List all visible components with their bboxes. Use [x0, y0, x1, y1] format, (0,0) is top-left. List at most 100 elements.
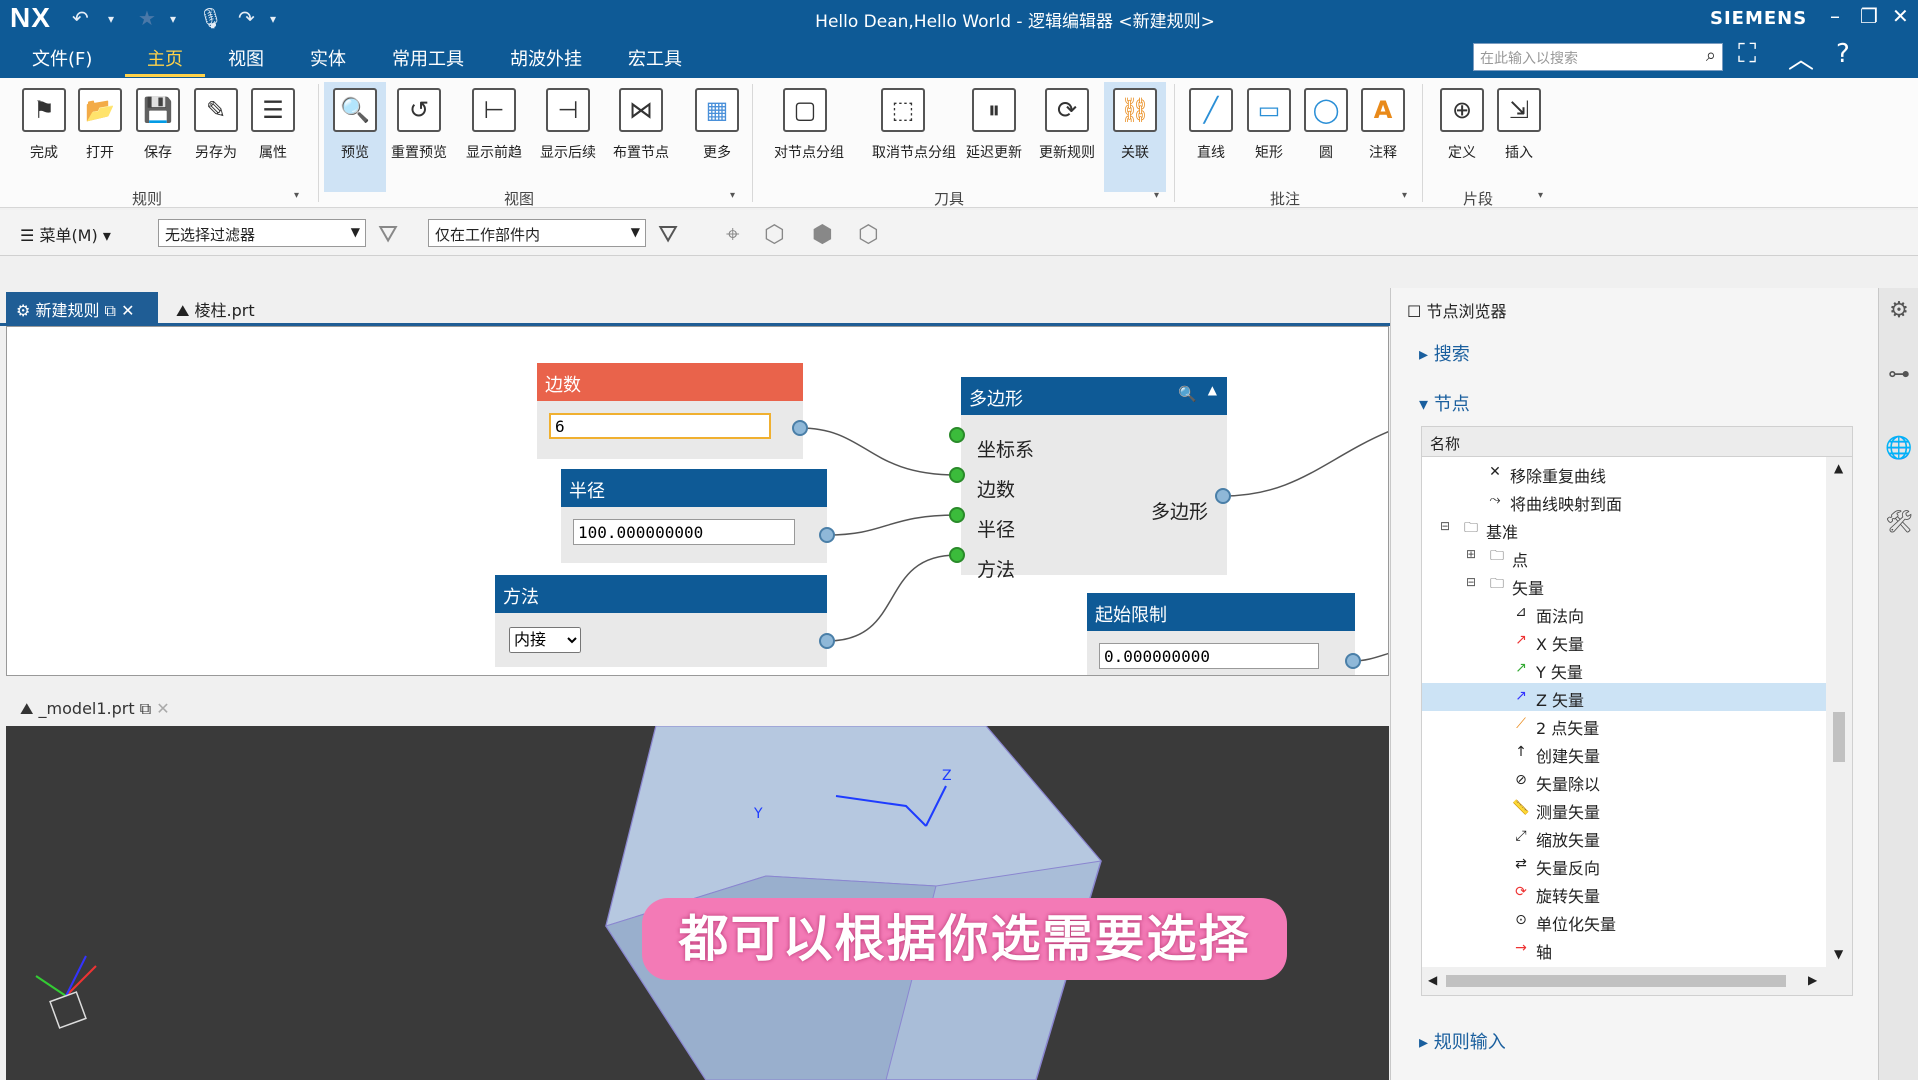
collapse-ribbon-icon[interactable]: ︿ [1788, 39, 1814, 76]
node-collapse-icon[interactable]: ▲ [1208, 383, 1217, 397]
close-icon[interactable]: ✕ [1892, 4, 1909, 28]
open-button[interactable]: 📂 打开 [69, 82, 131, 192]
tree-item[interactable]: ⊿ 面法向 [1422, 599, 1826, 627]
polygon-radius-port[interactable] [949, 507, 965, 523]
tree-item[interactable]: ⊟ 🗀 基准 [1422, 515, 1826, 543]
rectangle-button[interactable]: ▭ 矩形 [1238, 82, 1300, 192]
detach-icon[interactable]: ⧉ [105, 301, 116, 320]
tab-model1[interactable]: ⛰ _model1.prt ⧉ ✕ [10, 694, 180, 726]
start-limit-output-port[interactable] [1345, 653, 1361, 669]
tree-item[interactable]: ↗ X 矢量 [1422, 627, 1826, 655]
close-tab-icon[interactable]: ✕ [121, 301, 134, 320]
command-search-input[interactable]: 在此输入以搜索 ⌕ [1473, 43, 1723, 71]
annotation-button[interactable]: A 注释 [1352, 82, 1414, 192]
radius-output-port[interactable] [819, 527, 835, 543]
method-select[interactable]: 内接 [509, 627, 581, 653]
section-nodes[interactable]: ▾ 节点 [1419, 390, 1470, 416]
type-filter-select[interactable]: 无选择过滤器 ▼ [158, 219, 366, 247]
define-button[interactable]: ⊕ 定义 [1431, 82, 1493, 192]
search-icon[interactable]: ⌕ [1706, 45, 1716, 66]
node-sides[interactable]: 边数 [537, 363, 803, 459]
associate-button[interactable]: ⛓ 关联 [1104, 82, 1166, 192]
polygon-output-port[interactable] [1215, 488, 1231, 504]
help-icon[interactable]: ? [1836, 39, 1850, 69]
polygon-csys-port[interactable] [949, 427, 965, 443]
collapse-icon[interactable]: ⊟ [1440, 519, 1450, 533]
horizontal-scrollbar[interactable]: ◀ ▶ [1422, 967, 1826, 995]
node-search-icon[interactable]: 🔍 [1178, 385, 1197, 403]
cube-icon[interactable]: ⬢ [812, 220, 833, 248]
finish-button[interactable]: ⚑ 完成 [13, 82, 75, 192]
tree-item[interactable]: ⟋ 2 点矢量 [1422, 711, 1826, 739]
snap-point-icon[interactable]: ⌖ [726, 220, 740, 248]
tree-item[interactable]: ✕ 移除重复曲线 [1422, 459, 1826, 487]
save-as-button[interactable]: ✎ 另存为 [185, 82, 247, 192]
more-button[interactable]: ▦ 更多 [686, 82, 748, 192]
tab-prism-part[interactable]: ⛰ 棱柱.prt [166, 292, 265, 324]
cube-outline-icon[interactable]: ⬡ [858, 220, 879, 248]
tab-new-rule[interactable]: ⚙ 新建规则 ⧉ ✕ [6, 292, 158, 324]
tree-item[interactable]: 📏 测量矢量 [1422, 795, 1826, 823]
node-tree[interactable]: 名称 ✕ 移除重复曲线 ⤳ 将曲线映射到面 ⊟ 🗀 基准 ⊞ 🗀 点 ⊟ 🗀 矢量 ⊿ 面法向 ↗ X 矢量 ↗ Y… [1421, 426, 1853, 996]
scroll-thumb[interactable] [1833, 712, 1845, 762]
tree-item[interactable]: ⊘ 矢量除以 [1422, 767, 1826, 795]
menu-view[interactable]: 视图 [228, 45, 264, 71]
tree-item[interactable]: ⊙ 单位化矢量 [1422, 907, 1826, 935]
detach-icon[interactable]: ⧉ [140, 699, 151, 718]
sides-input[interactable] [549, 413, 771, 439]
preview-button[interactable]: 🔍 预览 [324, 82, 386, 192]
properties-button[interactable]: ☰ 属性 [242, 82, 304, 192]
menu-common-tools[interactable]: 常用工具 [392, 45, 464, 71]
tree-item[interactable]: ⊞ 🗀 点 [1422, 543, 1826, 571]
fullscreen-icon[interactable]: ⛶ [1738, 39, 1756, 70]
scroll-thumb[interactable] [1446, 975, 1786, 987]
scroll-right-icon[interactable]: ▶ [1808, 973, 1817, 987]
vertical-scrollbar[interactable]: ▲ ▼ [1826, 457, 1852, 995]
ungroup-nodes-button[interactable]: ⬚ 取消节点分组 [872, 82, 956, 192]
tree-item[interactable]: ⤢ 缩放矢量 [1422, 823, 1826, 851]
node-start-limit[interactable]: 起始限制 [1087, 593, 1355, 675]
reset-preview-button[interactable]: ↺ 重置预览 [388, 82, 450, 192]
scroll-up-icon[interactable]: ▲ [1834, 461, 1843, 475]
group-rule-caret[interactable]: ▾ [294, 190, 299, 201]
menu-macro-tools[interactable]: 宏工具 [628, 45, 682, 71]
start-limit-input[interactable] [1099, 643, 1319, 669]
circle-button[interactable]: ◯ 圆 [1295, 82, 1357, 192]
section-rule-input[interactable]: ▸ 规则输入 [1419, 1028, 1506, 1054]
minimize-icon[interactable]: – [1830, 4, 1840, 28]
group-annotation-caret[interactable]: ▾ [1402, 190, 1407, 201]
show-predecessors-button[interactable]: ⊢ 显示前趋 [463, 82, 525, 192]
tree-item[interactable]: ⇄ 矢量反向 [1422, 851, 1826, 879]
arrange-nodes-button[interactable]: ⋈ 布置节点 [610, 82, 672, 192]
scope-filter-select[interactable]: 仅在工作部件内 ▼ [428, 219, 646, 247]
menu-solid[interactable]: 实体 [310, 45, 346, 71]
node-browser-icon[interactable]: ⊶ [1885, 362, 1913, 390]
menu-home[interactable]: 主页 [147, 45, 183, 71]
menu-button[interactable]: ☰ 菜单(M) ▾ [20, 222, 111, 246]
polygon-sides-port[interactable] [949, 467, 965, 483]
settings-icon[interactable]: ⚙ [1885, 298, 1913, 326]
expand-icon[interactable]: ⊞ [1466, 547, 1476, 561]
polygon-method-port[interactable] [949, 547, 965, 563]
method-output-port[interactable] [819, 633, 835, 649]
tree-item[interactable]: ⟳ 旋转矢量 [1422, 879, 1826, 907]
cube-add-icon[interactable]: ⬡ [764, 220, 785, 248]
insert-button[interactable]: ⇲ 插入 [1488, 82, 1550, 192]
node-polygon[interactable]: 多边形 🔍 ▲ 坐标系 边数 半径 方法 多边形 [961, 377, 1227, 581]
sides-output-port[interactable] [792, 420, 808, 436]
tree-item[interactable]: ↗ Y 矢量 [1422, 655, 1826, 683]
menu-hubo-plugin[interactable]: 胡波外挂 [510, 45, 582, 71]
show-successors-button[interactable]: ⊣ 显示后续 [537, 82, 599, 192]
scroll-down-icon[interactable]: ▼ [1834, 947, 1843, 961]
node-radius[interactable]: 半径 [561, 469, 827, 563]
update-rule-button[interactable]: ⟳ 更新规则 [1036, 82, 1098, 192]
tree-item[interactable]: ⊟ 🗀 矢量 [1422, 571, 1826, 599]
line-button[interactable]: ╱ 直线 [1180, 82, 1242, 192]
group-snippet-caret[interactable]: ▾ [1538, 190, 1543, 201]
section-search[interactable]: ▸ 搜索 [1419, 340, 1470, 366]
group-view-caret[interactable]: ▾ [730, 190, 735, 201]
save-button[interactable]: 💾 保存 [127, 82, 189, 192]
tree-item[interactable]: ↑ 创建矢量 [1422, 739, 1826, 767]
web-browser-icon[interactable]: 🌐 [1885, 436, 1913, 464]
node-method[interactable]: 方法 内接 [495, 575, 827, 667]
